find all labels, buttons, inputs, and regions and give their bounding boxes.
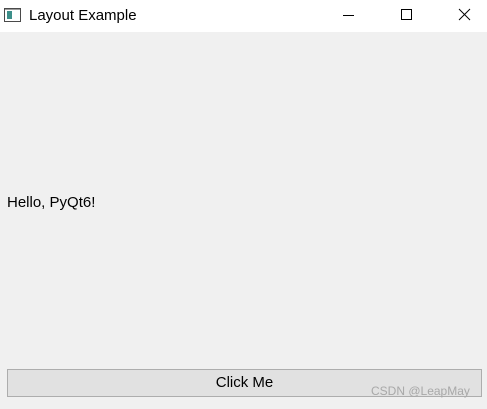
maximize-icon [401,9,412,20]
maximize-button[interactable] [378,0,436,30]
close-button[interactable] [436,0,487,30]
app-icon-bar [5,9,20,10]
app-icon-pane [7,11,12,19]
minimize-icon [343,15,354,16]
watermark-text: CSDN @LeapMay [371,384,470,398]
window-title: Layout Example [29,7,137,24]
title-bar[interactable]: Layout Example [0,0,487,32]
minimize-button[interactable] [320,0,378,30]
hello-label: Hello, PyQt6! [7,194,96,211]
app-window-icon [4,8,21,22]
central-widget: Hello, PyQt6! Click Me [0,33,487,409]
app-window: Layout Example Hello, PyQt6! Click Me CS… [0,0,487,409]
close-icon [458,8,471,21]
